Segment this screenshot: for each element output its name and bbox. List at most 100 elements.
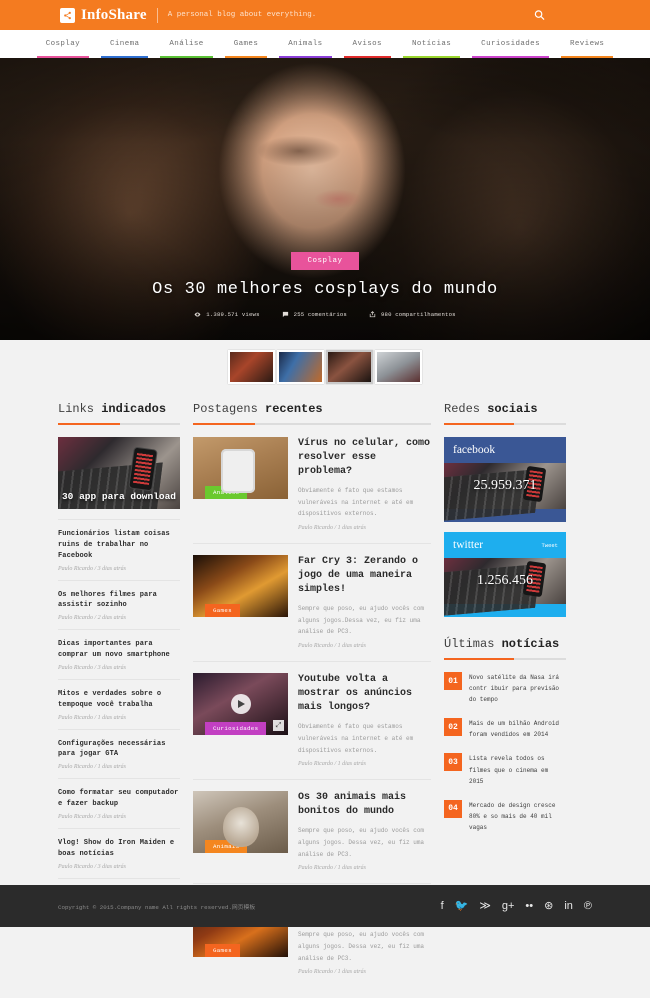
facebook-widget[interactable]: facebook 25.959.371 (444, 437, 566, 522)
rss-icon[interactable]: ≫ (479, 901, 491, 912)
post-item[interactable]: Games Far Cry 3: Zerando o jogo de uma m… (193, 555, 431, 662)
social-title-bold: sociais (487, 402, 537, 416)
post-category-badge[interactable]: Análise (205, 486, 247, 499)
brand-name: InfoShare (81, 7, 147, 24)
list-item[interactable]: Os melhores filmes para assistir sozinho… (58, 581, 180, 631)
hero-thumbnail-4[interactable] (375, 350, 422, 384)
list-item[interactable]: 01 Novo satélite da Nasa irá contr ibuir… (444, 672, 566, 705)
news-title[interactable]: Mercado de design cresce 80% e so mais d… (469, 800, 566, 833)
play-icon[interactable] (231, 694, 251, 714)
link-meta: Paulo Ricardo / 3 dias atrás (58, 814, 180, 820)
section-divider (58, 423, 180, 425)
nav-item-analise[interactable]: Análise (154, 30, 218, 58)
share-icon (369, 311, 376, 318)
post-item[interactable]: ⤢ Curiosidades Youtube volta a mostrar o… (193, 673, 431, 780)
footer-social-links: f 🐦 ≫ g+ •• ⊛ in ℗ (441, 901, 592, 912)
list-item[interactable]: Mitos e verdades sobre o tempoque você t… (58, 680, 180, 730)
nav-item-reviews[interactable]: Reviews (555, 30, 619, 58)
post-excerpt: Obviamente é fato que estamos vulnerávei… (298, 721, 431, 756)
list-item[interactable]: 02 Mais de um bilhão Android foram vendi… (444, 718, 566, 740)
twitter-widget[interactable]: twitter Tweet 1.256.456 (444, 532, 566, 617)
flickr-icon[interactable]: •• (525, 901, 533, 912)
nav-item-curiosidades[interactable]: Curiosidades (466, 30, 555, 58)
list-item[interactable]: Dicas importantes para comprar um novo s… (58, 630, 180, 680)
link-title[interactable]: Mitos e verdades sobre o tempoque você t… (58, 689, 180, 711)
social-section-title: Redes sociais (444, 402, 566, 423)
news-number: 04 (444, 800, 462, 818)
list-item[interactable]: Funcionários listam coisas ruins de trab… (58, 520, 180, 581)
nav-label: Animals (288, 40, 322, 48)
hero-thumbnail-3[interactable] (326, 350, 373, 384)
expand-icon[interactable]: ⤢ (273, 720, 284, 731)
hero-thumbnail-2[interactable] (277, 350, 324, 384)
posts-title-bold: recentes (265, 402, 323, 416)
post-category-badge[interactable]: Animais (205, 840, 247, 853)
dribbble-icon[interactable]: ⊛ (544, 901, 553, 912)
list-item[interactable]: Vlog! Show do Iron Maiden e boas notícia… (58, 829, 180, 879)
hero-thumbnail-1[interactable] (228, 350, 275, 384)
pinterest-icon[interactable]: ℗ (584, 901, 592, 912)
news-number: 01 (444, 672, 462, 690)
brand-divider (157, 8, 158, 23)
nav-item-cinema[interactable]: Cinema (95, 30, 154, 58)
link-meta: Paulo Ricardo / 3 dias atrás (58, 665, 180, 671)
hero-slider[interactable]: Cosplay Os 30 melhores cosplays do mundo… (0, 58, 650, 340)
nav-label: Notícias (412, 40, 451, 48)
list-item[interactable]: Configurações necessárias para jogar GTA… (58, 730, 180, 780)
twitter-header: twitter Tweet (444, 532, 566, 558)
share-logo-icon (60, 8, 75, 23)
comment-icon (282, 311, 289, 318)
link-title[interactable]: Funcionários listam coisas ruins de trab… (58, 529, 180, 562)
links-title-bold: indicados (101, 402, 166, 416)
post-item[interactable]: Análise Vírus no celular, como resolver … (193, 437, 431, 544)
post-category-badge[interactable]: Games (205, 604, 240, 617)
hero-category-badge[interactable]: Cosplay (291, 252, 358, 270)
news-title[interactable]: Lista revela todos os filmes que o cinem… (469, 753, 566, 786)
hero-title[interactable]: Os 30 melhores cosplays do mundo (152, 280, 498, 299)
list-item[interactable]: 04 Mercado de design cresce 80% e so mai… (444, 800, 566, 833)
google-plus-icon[interactable]: g+ (502, 901, 515, 912)
post-thumbnail[interactable]: Análise (193, 437, 288, 499)
linkedin-icon[interactable]: in (564, 901, 573, 912)
post-title[interactable]: Vírus no celular, como resolver esse pro… (298, 437, 431, 479)
post-category-badge[interactable]: Curiosidades (205, 722, 266, 735)
post-category-badge[interactable]: Games (205, 944, 240, 957)
featured-link-title: 30 app para download (58, 491, 180, 503)
news-section-title: Últimas notícias (444, 627, 566, 658)
link-title[interactable]: Configurações necessárias para jogar GTA (58, 739, 180, 761)
nav-item-avisos[interactable]: Avisos (338, 30, 397, 58)
nav-label: Games (234, 40, 259, 48)
news-number: 03 (444, 753, 462, 771)
featured-link-card[interactable]: 30 app para download (58, 437, 180, 509)
views-count: 1.389.571 views (206, 311, 259, 318)
list-item[interactable]: Como formatar seu computador e fazer bac… (58, 779, 180, 829)
link-title[interactable]: Os melhores filmes para assistir sozinho (58, 590, 180, 612)
facebook-icon[interactable]: f (441, 901, 444, 912)
nav-item-cosplay[interactable]: Cosplay (31, 30, 95, 58)
post-title[interactable]: Far Cry 3: Zerando o jogo de uma maneira… (298, 555, 431, 597)
post-meta: Paulo Ricardo / 1 dias atrás (298, 761, 431, 767)
post-title[interactable]: Youtube volta a mostrar os anúncios mais… (298, 673, 431, 715)
link-title[interactable]: Como formatar seu computador e fazer bac… (58, 788, 180, 810)
post-meta: Paulo Ricardo / 1 dias atrás (298, 865, 431, 871)
brand[interactable]: InfoShare (60, 7, 147, 24)
search-icon[interactable] (534, 10, 545, 21)
comments-count: 255 comentários (294, 311, 347, 318)
link-title[interactable]: Dicas importantes para comprar um novo s… (58, 639, 180, 661)
news-title[interactable]: Mais de um bilhão Android foram vendidos… (469, 718, 566, 740)
link-title[interactable]: Vlog! Show do Iron Maiden e boas notícia… (58, 838, 180, 860)
hero-thumbnail-strip (0, 340, 650, 396)
tweet-button[interactable]: Tweet (541, 542, 558, 549)
nav-item-games[interactable]: Games (219, 30, 274, 58)
post-thumbnail[interactable]: Animais (193, 791, 288, 853)
news-title[interactable]: Novo satélite da Nasa irá contr ibuir pa… (469, 672, 566, 705)
nav-item-animals[interactable]: Animals (273, 30, 337, 58)
eye-icon (194, 311, 201, 318)
post-thumbnail[interactable]: Games (193, 555, 288, 617)
twitter-icon[interactable]: 🐦 (455, 901, 469, 912)
nav-item-noticias[interactable]: Notícias (397, 30, 466, 58)
list-item[interactable]: 03 Lista revela todos os filmes que o ci… (444, 753, 566, 786)
post-title[interactable]: Os 30 animais mais bonitos do mundo (298, 791, 431, 819)
post-thumbnail[interactable]: ⤢ Curiosidades (193, 673, 288, 735)
post-item[interactable]: Animais Os 30 animais mais bonitos do mu… (193, 791, 431, 884)
